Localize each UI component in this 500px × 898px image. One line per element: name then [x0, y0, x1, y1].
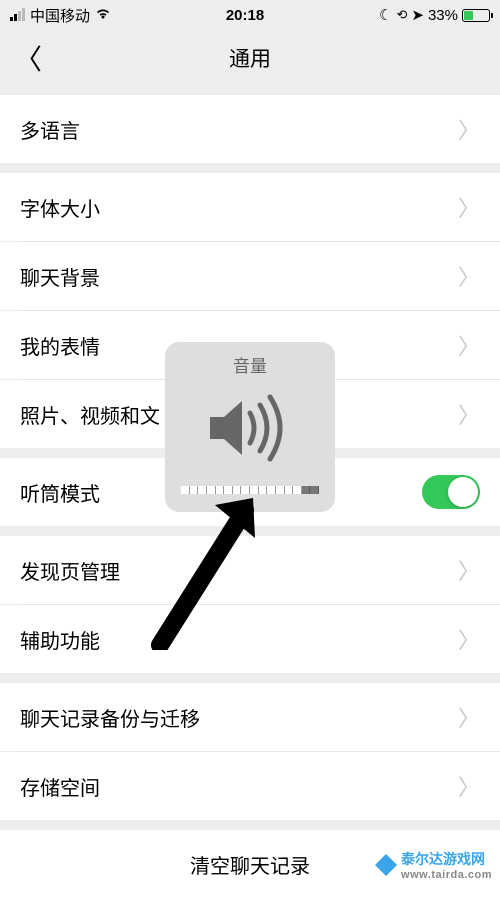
row-chat-backup[interactable]: 聊天记录备份与迁移 〉 [0, 683, 500, 751]
row-label: 多语言 [20, 115, 80, 144]
back-button[interactable]: 〈 [14, 38, 42, 78]
row-label: 辅助功能 [20, 625, 100, 654]
status-time: 20:18 [226, 7, 264, 24]
chevron-right-icon: 〉 [458, 191, 480, 223]
earpiece-toggle[interactable] [422, 475, 480, 509]
annotation-arrow [145, 490, 275, 655]
status-left: 中国移动 [10, 5, 111, 26]
row-label: 聊天背景 [20, 262, 100, 291]
chevron-right-icon: 〉 [458, 701, 480, 733]
battery-pct: 33% [428, 7, 458, 24]
battery-icon [462, 9, 490, 22]
status-bar: 中国移动 20:18 ☾ ⟲ ➤ 33% [0, 0, 500, 30]
row-label: 发现页管理 [20, 556, 120, 585]
chevron-right-icon: 〉 [458, 398, 480, 430]
row-label: 照片、视频和文 [20, 400, 160, 429]
carrier-label: 中国移动 [30, 5, 90, 26]
chevron-right-icon: 〉 [458, 329, 480, 361]
row-label: 听筒模式 [20, 478, 100, 507]
row-storage[interactable]: 存储空间 〉 [0, 752, 500, 820]
speaker-icon [200, 389, 300, 472]
row-label: 清空聊天记录 [190, 850, 310, 879]
row-label: 存储空间 [20, 772, 100, 801]
watermark-brand: 泰尔达游戏网 [401, 849, 492, 869]
chevron-right-icon: 〉 [458, 770, 480, 802]
location-icon: ➤ [411, 6, 424, 24]
signal-icon [10, 9, 25, 21]
row-font-size[interactable]: 字体大小 〉 [0, 173, 500, 241]
chevron-right-icon: 〉 [458, 623, 480, 655]
nav-header: 〈 通用 [0, 30, 500, 85]
watermark: 泰尔达游戏网 www.tairda.com [375, 849, 492, 881]
row-label: 我的表情 [20, 331, 100, 360]
page-title: 通用 [229, 43, 271, 73]
moon-icon: ☾ [379, 6, 392, 24]
volume-hud-title: 音量 [233, 352, 267, 377]
lock-rotation-icon: ⟲ [396, 7, 407, 23]
volume-hud: 音量 [165, 342, 335, 512]
row-chat-background[interactable]: 聊天背景 〉 [0, 242, 500, 310]
watermark-logo-icon [375, 854, 397, 876]
chevron-right-icon: 〉 [458, 113, 480, 145]
row-language[interactable]: 多语言 〉 [0, 95, 500, 163]
watermark-url: www.tairda.com [401, 869, 492, 881]
wifi-icon [95, 7, 111, 23]
status-right: ☾ ⟲ ➤ 33% [379, 6, 490, 24]
chevron-right-icon: 〉 [458, 554, 480, 586]
row-label: 聊天记录备份与迁移 [20, 703, 200, 732]
chevron-right-icon: 〉 [458, 260, 480, 292]
row-label: 字体大小 [20, 193, 100, 222]
